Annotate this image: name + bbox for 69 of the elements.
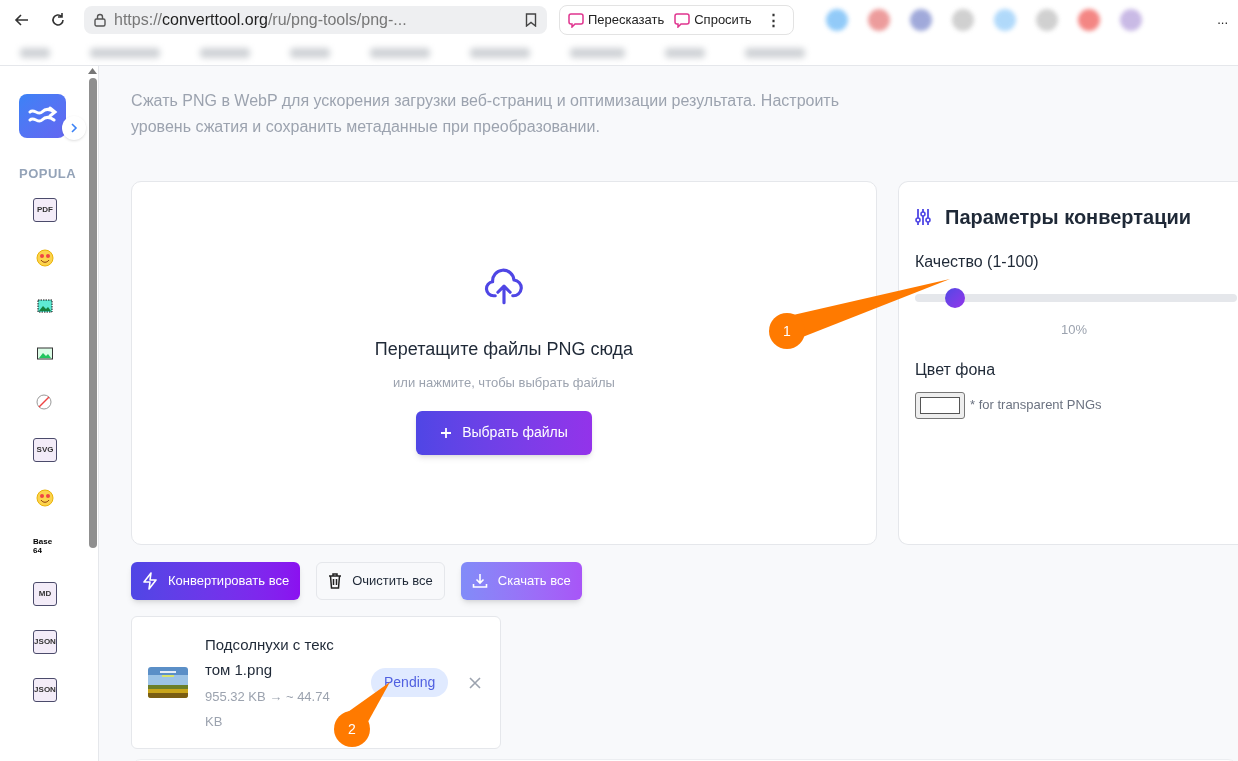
blurred-bookmark[interactable] (745, 47, 805, 58)
file-type-icon[interactable]: JSON (33, 677, 57, 702)
sparkle-bubble-icon (674, 12, 691, 28)
file-name: Подсолнухи с текс том 1.png (205, 634, 335, 680)
file-type-icon[interactable]: SVG (33, 437, 57, 462)
blurred-bookmark[interactable] (90, 47, 160, 58)
address-bar[interactable]: https://converttool.org/ru/png-tools/png-... (84, 6, 547, 34)
settings-title: Параметры конвертации (945, 205, 1192, 230)
close-icon[interactable] (469, 676, 482, 689)
status-badge: Pending (371, 668, 449, 697)
color-note: * for transparent PNGs (970, 396, 1102, 415)
extension-icon[interactable] (1119, 9, 1142, 31)
quote-bubble-icon (568, 12, 584, 28)
extension-icon[interactable] (867, 9, 890, 31)
bookmark-icon[interactable] (525, 13, 537, 27)
extension-icon[interactable] (825, 9, 848, 31)
sliders-icon (915, 208, 931, 226)
blurred-bookmark[interactable] (290, 47, 330, 58)
image-icon[interactable] (36, 345, 54, 362)
lightning-icon (142, 572, 158, 590)
extension-icon[interactable] (1035, 9, 1058, 31)
extension-icon[interactable] (993, 9, 1016, 31)
url-text: https://converttool.org/ru/png-tools/png-... (114, 10, 408, 30)
quality-slider[interactable] (915, 288, 1237, 308)
slider-thumb[interactable] (945, 288, 966, 308)
blurred-bookmark[interactable] (370, 47, 430, 58)
file-type-icon[interactable]: JSON (33, 629, 57, 654)
chevron-right-icon (70, 123, 78, 133)
download-icon (471, 573, 488, 589)
smiley-icon[interactable] (36, 488, 54, 507)
forbidden-icon[interactable] (36, 393, 52, 410)
image-crop-icon[interactable] (36, 296, 54, 315)
overflow-button[interactable]: ... (1217, 10, 1228, 30)
app-logo[interactable] (19, 94, 66, 138)
dropzone-title: Перетащите файлы PNG сюда (374, 338, 634, 361)
clear-button[interactable]: Очистить все (316, 562, 445, 600)
base64-icon[interactable]: Base 64 (33, 536, 59, 555)
smiley-icon[interactable] (36, 248, 54, 267)
choose-files-button[interactable]: Выбрать файлы (416, 410, 592, 455)
blurred-bookmark[interactable] (665, 47, 705, 58)
description-text: Сжать PNG в WebP для ускорения загрузки веб-страниц и оптимизации результата. Настроить уровень сжатия и сохранить метаданные при преобразовании. (131, 91, 841, 137)
lock-icon (94, 13, 106, 27)
scrollbar-thumb[interactable] (88, 78, 97, 548)
file-size: 955.32 KB → ~ 44.74 KB (205, 687, 331, 731)
section-heading: POPULA (19, 165, 78, 183)
color-picker[interactable] (915, 391, 965, 419)
extension-icon[interactable] (1077, 9, 1100, 31)
back-icon[interactable] (14, 12, 30, 28)
convert-button[interactable]: Конвертировать все (131, 562, 301, 600)
more-menu-button[interactable]: ⋮ (761, 8, 785, 32)
blurred-bookmark[interactable] (570, 47, 625, 58)
file-type-icon[interactable]: PDF (33, 197, 57, 222)
assistant-button[interactable]: Пересказать (568, 10, 665, 30)
scroll-up-icon[interactable] (88, 68, 98, 74)
blurred-bookmark[interactable] (470, 47, 530, 58)
file-type-icon[interactable]: MD (33, 581, 57, 606)
plus-icon (440, 426, 453, 439)
assistant-button[interactable]: Спросить (674, 10, 752, 30)
extension-icon[interactable] (951, 9, 974, 31)
blurred-bookmark[interactable] (20, 47, 50, 58)
quality-label: Качество (1-100) (915, 252, 1040, 272)
download-button[interactable]: Скачать все (460, 562, 582, 600)
trash-icon (328, 573, 343, 589)
extension-icon[interactable] (909, 9, 932, 31)
blurred-bookmark[interactable] (200, 47, 250, 58)
dropzone-hint: или нажмите, чтобы выбрать файлы (393, 374, 615, 392)
quality-value: 10% (1060, 321, 1088, 339)
background-color-label: Цвет фона (915, 359, 997, 380)
reload-icon[interactable] (50, 12, 66, 28)
